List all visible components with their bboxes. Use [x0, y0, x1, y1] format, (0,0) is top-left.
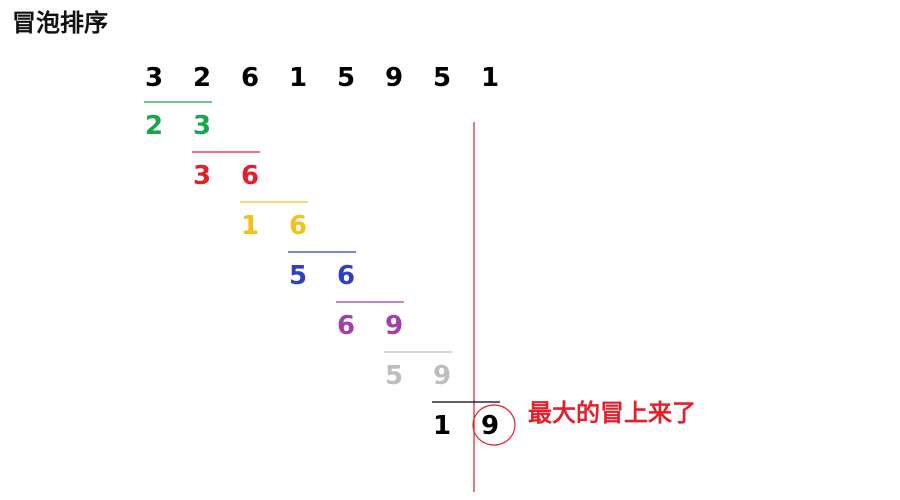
sequence-digit-0: 3 [145, 63, 163, 93]
step-6-left-digit: 5 [385, 361, 403, 391]
sequence-digit-4: 5 [337, 63, 355, 93]
callout-text: 最大的冒上来了 [528, 399, 696, 427]
step-7-left-digit: 1 [433, 411, 451, 441]
step-2-left-digit: 3 [193, 161, 211, 191]
step-7-right-digit: 9 [481, 411, 499, 441]
sequence-digit-3: 1 [289, 63, 307, 93]
step-4-right-digit: 6 [337, 261, 355, 291]
step-2-right-digit: 6 [241, 161, 259, 191]
bubble-sort-diagram: 3 2 6 1 5 9 5 12 33 61 65 66 95 91 9 [144, 63, 516, 492]
step-3-left-digit: 1 [241, 211, 259, 241]
step-4-left-digit: 5 [289, 261, 307, 291]
step-5-left-digit: 6 [337, 311, 355, 341]
sequence-digit-2: 6 [241, 63, 259, 93]
step-1-left-digit: 2 [145, 111, 163, 141]
step-1-right-digit: 3 [193, 111, 211, 141]
step-5-right-digit: 9 [385, 311, 403, 341]
sequence-digit-6: 5 [433, 63, 451, 93]
step-3-right-digit: 6 [289, 211, 307, 241]
sequence-digit-7: 1 [481, 63, 499, 93]
sequence-digit-1: 2 [193, 63, 211, 93]
sequence-digit-5: 9 [385, 63, 403, 93]
step-6-right-digit: 9 [433, 361, 451, 391]
